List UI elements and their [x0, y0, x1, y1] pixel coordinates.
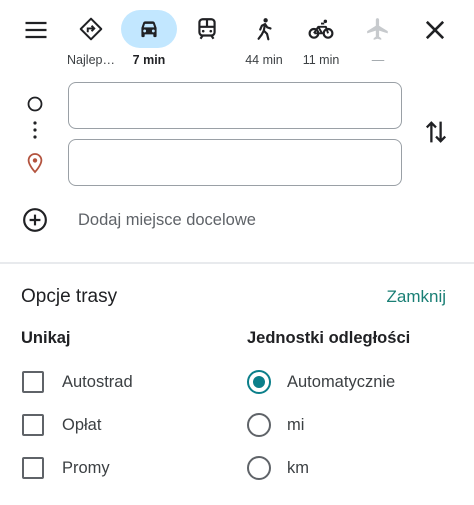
mode-flight[interactable]: — [349, 10, 407, 68]
avoid-heading: Unikaj [21, 329, 71, 347]
mode-car-label: 7 min [132, 53, 166, 67]
units-automatic-option[interactable]: Automatycznie [247, 367, 395, 397]
bicycle-icon [308, 19, 334, 39]
route-markers [22, 90, 48, 180]
distance-units-heading: Jednostki odległości [247, 329, 411, 347]
walking-icon [257, 18, 272, 41]
units-km-option[interactable]: km [247, 453, 309, 483]
avoid-highways-checkbox[interactable] [22, 371, 44, 393]
avoid-tolls-label: Opłat [62, 415, 102, 434]
start-point-input[interactable] [68, 82, 402, 129]
units-miles-radio[interactable] [247, 413, 271, 437]
start-circle-icon [27, 96, 43, 112]
avoid-highways-option[interactable]: Autostrad [22, 367, 133, 397]
units-miles-option[interactable]: mi [247, 410, 304, 440]
avoid-tolls-option[interactable]: Opłat [22, 410, 101, 440]
avoid-ferries-option[interactable]: Promy [22, 453, 110, 483]
airplane-icon [367, 18, 388, 40]
units-automatic-radio[interactable] [247, 370, 271, 394]
units-miles-label: mi [287, 415, 305, 434]
train-icon [198, 18, 216, 40]
mode-flight-label: — [371, 53, 385, 67]
close-route-options-link[interactable]: Zamknij [386, 287, 446, 307]
add-destination-label: Dodaj miejsce docelowe [78, 210, 256, 229]
menu-button[interactable] [22, 16, 50, 44]
units-automatic-label: Automatycznie [287, 372, 396, 391]
swap-start-destination-button[interactable] [422, 117, 450, 147]
avoid-ferries-label: Promy [62, 458, 110, 477]
best-route-icon [79, 17, 103, 41]
travel-mode-bar: Najlep… 7 min 44 min 11 min — [0, 0, 474, 70]
avoid-tolls-checkbox[interactable] [22, 414, 44, 436]
section-divider [0, 262, 474, 264]
avoid-highways-label: Autostrad [62, 372, 133, 391]
menu-icon [25, 21, 47, 39]
destination-pin-icon [27, 153, 43, 174]
add-destination-button[interactable]: Dodaj miejsce docelowe [22, 205, 256, 235]
units-km-label: km [287, 458, 309, 477]
add-circle-icon [23, 208, 47, 232]
car-icon [141, 21, 157, 38]
destination-input[interactable] [68, 139, 402, 186]
route-options-title: Opcje trasy [21, 286, 118, 307]
route-dots-icon [33, 121, 37, 125]
units-km-radio[interactable] [247, 456, 271, 480]
swap-icon [425, 121, 447, 143]
close-icon [425, 20, 445, 40]
mode-car[interactable]: 7 min [120, 10, 178, 68]
close-directions-button[interactable] [421, 16, 449, 44]
avoid-ferries-checkbox[interactable] [22, 457, 44, 479]
